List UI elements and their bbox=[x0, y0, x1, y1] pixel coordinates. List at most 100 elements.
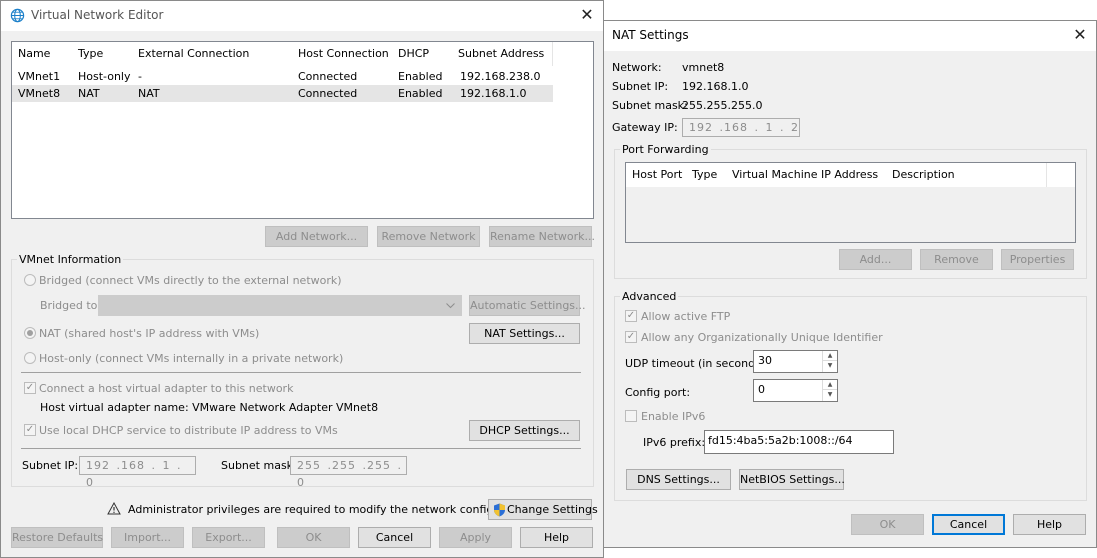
ok-button[interactable]: OK bbox=[851, 514, 924, 535]
connect-adapter-checkbox[interactable]: ✓ bbox=[24, 382, 36, 394]
nat-settings-window: NAT Settings ✕ Network: vmnet8 Subnet IP… bbox=[603, 20, 1097, 548]
enable-ipv6-checkbox[interactable] bbox=[625, 410, 637, 422]
bridged-radio[interactable] bbox=[24, 274, 36, 286]
remove-button[interactable]: Remove bbox=[920, 249, 993, 270]
help-button[interactable]: Help bbox=[520, 527, 593, 548]
cell-subnet: 192.168.1.0 bbox=[460, 87, 527, 100]
change-settings-button[interactable]: Change Settings bbox=[488, 499, 598, 520]
cell-dhcp: Enabled bbox=[398, 87, 443, 100]
udp-timeout-value: 30 bbox=[758, 354, 772, 367]
stepper-arrows: ▲ ▼ bbox=[822, 380, 837, 401]
col-description[interactable]: Description bbox=[886, 163, 1047, 187]
restore-defaults-button[interactable]: Restore Defaults bbox=[11, 527, 103, 548]
cell-type: Host-only bbox=[78, 70, 131, 83]
col-external-connection[interactable]: External Connection bbox=[132, 42, 293, 66]
arrow-down-icon[interactable]: ▼ bbox=[823, 361, 837, 371]
col-type[interactable]: Type bbox=[686, 163, 727, 187]
udp-timeout-stepper[interactable]: 30 ▲ ▼ bbox=[753, 350, 838, 373]
ipv6-prefix-field[interactable]: fd15:4ba5:5a2b:1008::/64 bbox=[704, 430, 894, 454]
ok-button[interactable]: OK bbox=[277, 527, 350, 548]
subnet-ip-field[interactable]: 192 .168 . 1 . 0 bbox=[79, 456, 196, 489]
col-vm-ip-address[interactable]: Virtual Machine IP Address bbox=[726, 163, 887, 187]
host-only-radio[interactable] bbox=[24, 352, 36, 364]
automatic-settings-button[interactable]: Automatic Settings... bbox=[469, 295, 586, 316]
subnet-ip-label: Subnet IP: bbox=[612, 80, 669, 93]
subnet-ip-label: Subnet IP: bbox=[22, 459, 79, 472]
cell-name: VMnet1 bbox=[18, 70, 61, 83]
enable-ipv6-label[interactable]: Enable IPv6 bbox=[641, 410, 705, 423]
help-button[interactable]: Help bbox=[1013, 514, 1086, 535]
subnet-mask-value: 255.255.255.0 bbox=[682, 99, 763, 112]
config-port-label: Config port: bbox=[625, 386, 691, 399]
network-value: vmnet8 bbox=[682, 61, 725, 74]
vne-close-icon[interactable]: ✕ bbox=[577, 5, 597, 25]
bridged-label[interactable]: Bridged (connect VMs directly to the ext… bbox=[39, 274, 342, 287]
add-network-button[interactable]: Add Network... bbox=[265, 226, 368, 247]
network-label: Network: bbox=[612, 61, 662, 74]
subnet-ip-value: 192.168.1.0 bbox=[682, 80, 749, 93]
properties-button[interactable]: Properties bbox=[1001, 249, 1074, 270]
allow-ftp-checkbox[interactable]: ✓ bbox=[625, 310, 637, 322]
host-only-label[interactable]: Host-only (connect VMs internally in a p… bbox=[39, 352, 343, 365]
nat-radio[interactable] bbox=[24, 327, 36, 339]
use-dhcp-label[interactable]: Use local DHCP service to distribute IP … bbox=[39, 424, 338, 437]
warning-icon bbox=[107, 502, 121, 515]
apply-button[interactable]: Apply bbox=[439, 527, 512, 548]
allow-oui-label[interactable]: Allow any Organizationally Unique Identi… bbox=[641, 331, 883, 344]
table-row[interactable]: VMnet1 Host-only - Connected Enabled 192… bbox=[12, 68, 553, 85]
netbios-settings-button[interactable]: NetBIOS Settings... bbox=[739, 469, 845, 490]
cell-external: NAT bbox=[138, 87, 160, 100]
adapter-name-text: Host virtual adapter name: VMware Networ… bbox=[40, 401, 379, 414]
gateway-ip-field[interactable]: 192 .168 . 1 . 2 bbox=[682, 118, 800, 137]
cell-type: NAT bbox=[78, 87, 100, 100]
cell-host: Connected bbox=[298, 87, 358, 100]
table-row-selected[interactable]: VMnet8 NAT NAT Connected Enabled 192.168… bbox=[12, 85, 553, 102]
cell-name: VMnet8 bbox=[18, 87, 61, 100]
table-body bbox=[626, 187, 1075, 242]
connect-adapter-label[interactable]: Connect a host virtual adapter to this n… bbox=[39, 382, 293, 395]
col-host-connection[interactable]: Host Connection bbox=[292, 42, 393, 66]
config-port-value: 0 bbox=[758, 383, 765, 396]
import-button[interactable]: Import... bbox=[111, 527, 184, 548]
port-forwarding-table: Host Port Type Virtual Machine IP Addres… bbox=[625, 162, 1076, 243]
allow-oui-checkbox[interactable]: ✓ bbox=[625, 331, 637, 343]
cancel-button[interactable]: Cancel bbox=[932, 514, 1005, 535]
advanced-title: Advanced bbox=[620, 290, 679, 303]
allow-ftp-label[interactable]: Allow active FTP bbox=[641, 310, 730, 323]
config-port-stepper[interactable]: 0 ▲ ▼ bbox=[753, 379, 838, 402]
export-button[interactable]: Export... bbox=[192, 527, 265, 548]
arrow-up-icon[interactable]: ▲ bbox=[823, 380, 837, 390]
nat-label[interactable]: NAT (shared host's IP address with VMs) bbox=[39, 327, 259, 340]
separator bbox=[21, 372, 581, 373]
dhcp-settings-button[interactable]: DHCP Settings... bbox=[469, 420, 580, 441]
use-dhcp-checkbox[interactable]: ✓ bbox=[24, 424, 36, 436]
vmnet-information-group bbox=[11, 259, 594, 487]
dns-settings-button[interactable]: DNS Settings... bbox=[626, 469, 731, 490]
ipv6-prefix-label: IPv6 prefix: bbox=[643, 436, 706, 449]
add-button[interactable]: Add... bbox=[839, 249, 912, 270]
network-table: Name Type External Connection Host Conne… bbox=[11, 41, 594, 219]
col-name[interactable]: Name bbox=[12, 42, 73, 66]
subnet-mask-field[interactable]: 255 .255 .255 . 0 bbox=[290, 456, 407, 489]
nat-close-icon[interactable]: ✕ bbox=[1070, 25, 1090, 45]
vne-titlebar: Virtual Network Editor ✕ bbox=[1, 1, 603, 31]
rename-network-button[interactable]: Rename Network... bbox=[489, 226, 595, 247]
cancel-button[interactable]: Cancel bbox=[358, 527, 431, 548]
arrow-down-icon[interactable]: ▼ bbox=[823, 390, 837, 400]
col-subnet-address[interactable]: Subnet Address bbox=[452, 42, 553, 66]
cell-host: Connected bbox=[298, 70, 358, 83]
arrow-up-icon[interactable]: ▲ bbox=[823, 351, 837, 361]
col-host-port[interactable]: Host Port bbox=[626, 163, 687, 187]
col-type[interactable]: Type bbox=[72, 42, 133, 66]
bridged-to-select[interactable] bbox=[98, 295, 462, 316]
cell-dhcp: Enabled bbox=[398, 70, 443, 83]
remove-network-button[interactable]: Remove Network bbox=[377, 226, 480, 247]
separator bbox=[21, 448, 581, 449]
nat-titlebar: NAT Settings ✕ bbox=[604, 21, 1096, 51]
change-settings-label: Change Settings bbox=[507, 503, 598, 516]
col-dhcp[interactable]: DHCP bbox=[392, 42, 453, 66]
cell-subnet: 192.168.238.0 bbox=[460, 70, 541, 83]
udp-timeout-label: UDP timeout (in seconds): bbox=[625, 357, 769, 370]
cell-external: - bbox=[138, 70, 142, 83]
nat-settings-button[interactable]: NAT Settings... bbox=[469, 323, 580, 344]
